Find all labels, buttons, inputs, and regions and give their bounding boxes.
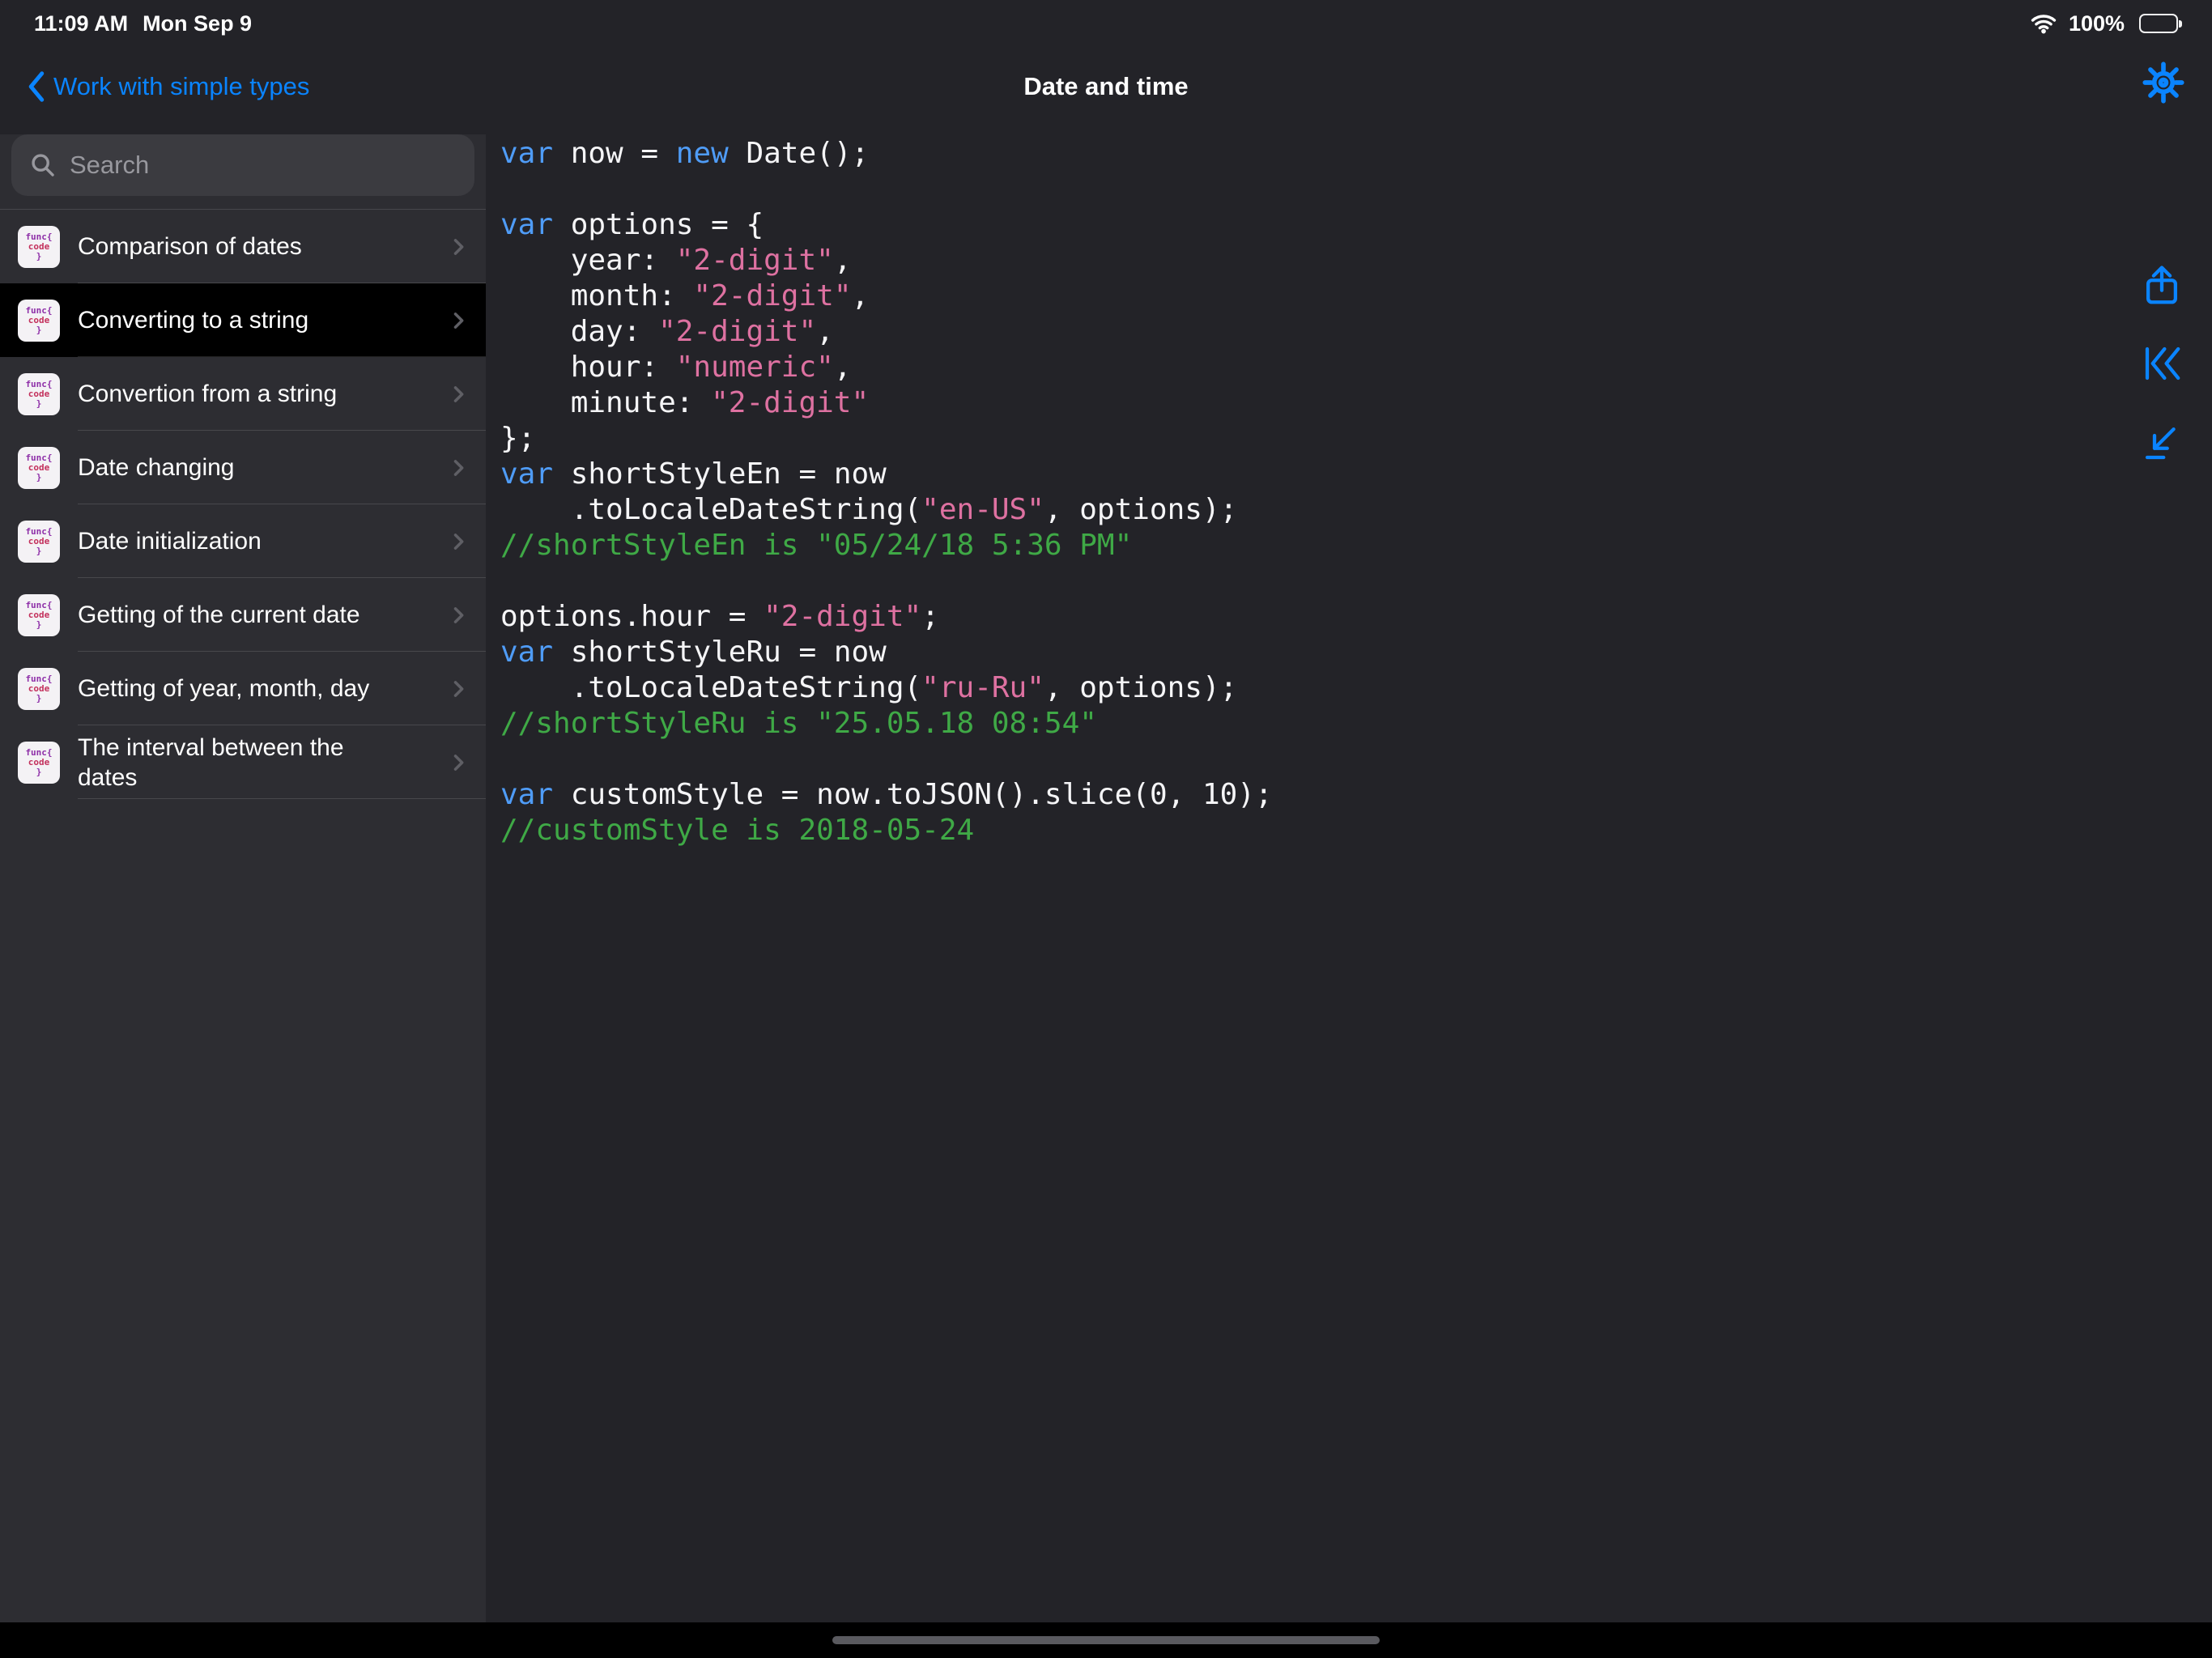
code-panel: var now = new Date(); var options = { ye… xyxy=(486,134,2212,1622)
chevron-right-icon xyxy=(447,383,470,406)
chevron-right-icon xyxy=(447,678,470,700)
sidebar-item[interactable]: func{code} Comparison of dates xyxy=(0,210,486,283)
chevron-right-icon xyxy=(447,604,470,627)
code-file-icon: func{code} xyxy=(18,742,60,784)
code-block: var now = new Date(); var options = { ye… xyxy=(500,136,2212,848)
sidebar-item[interactable]: func{code} Date initialization xyxy=(0,504,486,578)
code-line: //shortStyleEn is "05/24/18 5:36 PM" xyxy=(500,528,2212,563)
page-title: Date and time xyxy=(1023,72,1188,101)
status-time: 11:09 AM xyxy=(34,11,128,36)
status-date: Mon Sep 9 xyxy=(143,11,252,36)
search-icon xyxy=(29,151,57,179)
search-field[interactable] xyxy=(11,134,474,196)
main-area: func{code} Comparison of dates func{code} C… xyxy=(0,134,2212,1622)
bottom-band xyxy=(0,1622,2212,1658)
sidebar-item-label: Date changing xyxy=(78,453,234,483)
code-line: var options = { xyxy=(500,207,2212,243)
code-line: var shortStyleRu = now xyxy=(500,635,2212,670)
chevron-right-icon xyxy=(447,309,470,332)
sidebar-item-label: Comparison of dates xyxy=(78,232,302,261)
code-line xyxy=(500,563,2212,599)
code-file-icon: func{code} xyxy=(18,594,60,636)
code-file-icon: func{code} xyxy=(18,373,60,415)
sidebar-item-label: Convertion from a string xyxy=(78,379,337,409)
chevron-right-icon xyxy=(447,751,470,774)
battery-percent: 100% xyxy=(2069,11,2125,36)
gear-icon xyxy=(2142,62,2184,104)
search-input[interactable] xyxy=(70,151,457,180)
code-line: minute: "2-digit" xyxy=(500,385,2212,421)
nav-bar: Work with simple types Date and time xyxy=(0,39,2212,134)
sidebar-item[interactable]: func{code} Getting of the current date xyxy=(0,578,486,652)
code-file-icon: func{code} xyxy=(18,521,60,563)
home-indicator[interactable] xyxy=(832,1636,1380,1644)
code-line xyxy=(500,172,2212,207)
sidebar-item-label: Converting to a string xyxy=(78,305,308,335)
sidebar-item-label: The interval between the dates xyxy=(78,733,406,793)
chevron-right-icon xyxy=(447,236,470,258)
code-line: .toLocaleDateString("ru-Ru", options); xyxy=(500,670,2212,706)
code-line: var now = new Date(); xyxy=(500,136,2212,172)
arrow-bottom-left-icon xyxy=(2140,421,2184,465)
code-file-icon: func{code} xyxy=(18,226,60,268)
code-file-icon: func{code} xyxy=(18,668,60,710)
code-line: var shortStyleEn = now xyxy=(500,457,2212,492)
share-button[interactable] xyxy=(2140,264,2184,308)
skip-to-start-button[interactable] xyxy=(2140,342,2184,385)
code-line: options.hour = "2-digit"; xyxy=(500,599,2212,635)
app-screen: 11:09 AM Mon Sep 9 100% Work with sim xyxy=(0,0,2212,1658)
chevron-right-icon xyxy=(447,530,470,553)
sidebar-item-label: Date initialization xyxy=(78,526,262,556)
status-right: 100% xyxy=(2030,11,2178,36)
sidebar-item[interactable]: func{code} Getting of year, month, day xyxy=(0,652,486,725)
status-bar: 11:09 AM Mon Sep 9 100% xyxy=(0,0,2212,39)
code-file-icon: func{code} xyxy=(18,300,60,342)
sidebar-item[interactable]: func{code} Convertion from a string xyxy=(0,357,486,431)
skip-to-start-icon xyxy=(2140,342,2184,385)
status-left: 11:09 AM Mon Sep 9 xyxy=(34,11,252,36)
code-line: //customStyle is 2018-05-24 xyxy=(500,813,2212,848)
code-line: //shortStyleRu is "25.05.18 08:54" xyxy=(500,706,2212,742)
sidebar-item-label: Getting of the current date xyxy=(78,600,360,630)
sidebar-item[interactable]: func{code} Date changing xyxy=(0,431,486,504)
sidebar: func{code} Comparison of dates func{code} C… xyxy=(0,134,486,1622)
code-line: }; xyxy=(500,421,2212,457)
code-line: month: "2-digit", xyxy=(500,278,2212,314)
code-line: .toLocaleDateString("en-US", options); xyxy=(500,492,2212,528)
back-chevron-icon xyxy=(28,71,45,102)
code-line: var customStyle = now.toJSON().slice(0, … xyxy=(500,777,2212,813)
sidebar-list: func{code} Comparison of dates func{code} C… xyxy=(0,209,486,799)
code-file-icon: func{code} xyxy=(18,447,60,489)
code-line: hour: "numeric", xyxy=(500,350,2212,385)
code-line: year: "2-digit", xyxy=(500,243,2212,278)
header: 11:09 AM Mon Sep 9 100% Work with sim xyxy=(0,0,2212,134)
sidebar-item-label: Getting of year, month, day xyxy=(78,674,369,704)
code-line xyxy=(500,742,2212,777)
code-line: day: "2-digit", xyxy=(500,314,2212,350)
wifi-icon xyxy=(2030,13,2057,34)
battery-icon xyxy=(2139,14,2178,33)
back-button[interactable]: Work with simple types xyxy=(28,71,309,102)
settings-button[interactable] xyxy=(2142,62,2184,104)
back-label: Work with simple types xyxy=(53,72,309,101)
sidebar-item[interactable]: func{code} The interval between the dates xyxy=(0,725,486,799)
jump-bottom-left-button[interactable] xyxy=(2140,421,2184,465)
chevron-right-icon xyxy=(447,457,470,479)
share-icon xyxy=(2140,264,2184,308)
sidebar-item[interactable]: func{code} Converting to a string xyxy=(0,283,486,357)
